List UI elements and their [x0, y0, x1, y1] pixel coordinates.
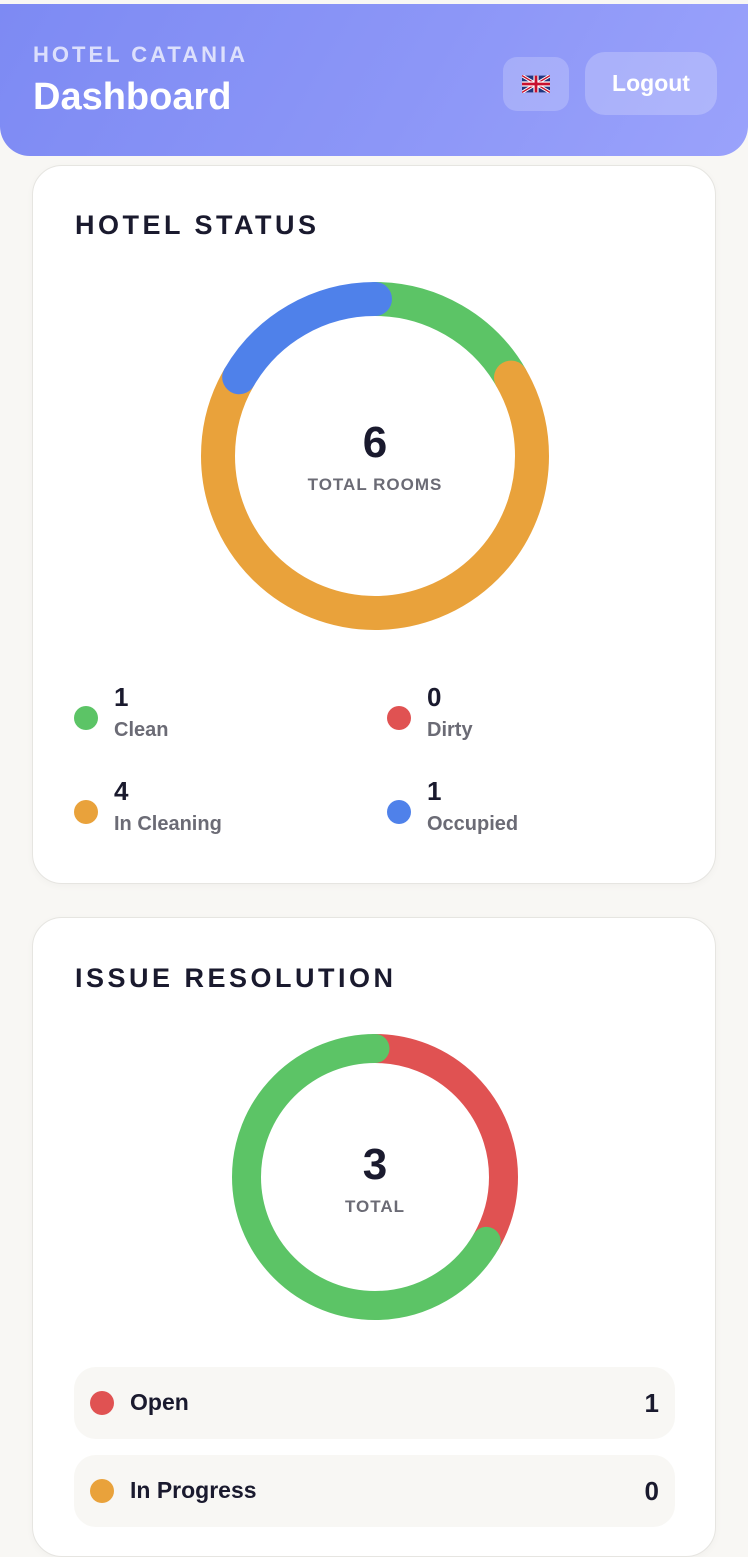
legend-clean: 1 Clean — [74, 682, 334, 758]
app-header: HOTEL CATANIA Dashboard Logout — [0, 4, 748, 156]
clean-label: Clean — [114, 719, 169, 741]
issue-row-open[interactable]: Open 1 — [74, 1367, 675, 1439]
total-issues-count: 3 — [362, 1140, 388, 1189]
hotel-status-center: 6 TOTAL ROOMS — [275, 421, 475, 495]
in-cleaning-dot — [74, 800, 98, 824]
issue-row-in-progress[interactable]: In Progress 0 — [74, 1455, 675, 1527]
issue-resolution-card: ISSUE RESOLUTION 3 TOTAL Open 1 In Progr… — [32, 917, 716, 1557]
dirty-label: Dirty — [427, 719, 473, 741]
hotel-status-title: HOTEL STATUS — [75, 210, 320, 240]
in-cleaning-label: In Cleaning — [114, 813, 222, 835]
in-progress-dot — [90, 1479, 114, 1503]
occupied-dot — [387, 800, 411, 824]
language-button[interactable] — [503, 57, 569, 111]
uk-flag-icon — [522, 75, 550, 93]
open-label: Open — [130, 1389, 189, 1415]
occupied-label: Occupied — [427, 813, 519, 835]
open-dot — [90, 1391, 114, 1415]
clean-count: 1 — [114, 682, 129, 712]
logout-button[interactable]: Logout — [585, 52, 717, 115]
open-count: 1 — [644, 1388, 659, 1418]
legend-occupied: 1 Occupied — [387, 776, 647, 852]
total-issues-label: TOTAL — [344, 1197, 406, 1216]
page-title: Dashboard — [33, 76, 232, 118]
hotel-name: HOTEL CATANIA — [33, 42, 248, 67]
dirty-dot — [387, 706, 411, 730]
legend-in-cleaning: 4 In Cleaning — [74, 776, 334, 852]
total-rooms-count: 6 — [362, 418, 388, 467]
in-progress-label: In Progress — [130, 1477, 257, 1503]
in-progress-count: 0 — [644, 1476, 659, 1506]
occupied-count: 1 — [427, 776, 442, 806]
issue-resolution-center: 3 TOTAL — [275, 1143, 475, 1217]
hotel-status-card: HOTEL STATUS 6 TOTAL ROOMS 1 Clean 0 Dir… — [32, 165, 716, 884]
issue-resolution-title: ISSUE RESOLUTION — [75, 963, 397, 993]
dirty-count: 0 — [427, 682, 442, 712]
legend-dirty: 0 Dirty — [387, 682, 647, 758]
clean-dot — [74, 706, 98, 730]
in-cleaning-count: 4 — [114, 776, 129, 806]
total-rooms-label: TOTAL ROOMS — [307, 475, 443, 494]
